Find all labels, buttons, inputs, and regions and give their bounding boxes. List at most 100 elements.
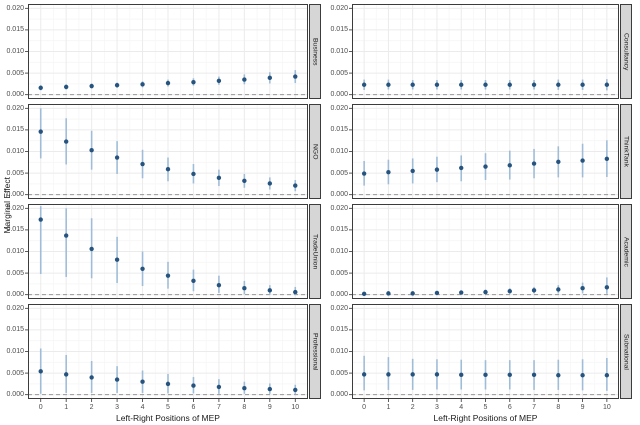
y-tick-label: 0.000 (330, 91, 348, 99)
data-point (267, 181, 273, 186)
data-point (89, 148, 94, 153)
data-point (38, 85, 43, 90)
y-tick-label: 0.005 (6, 369, 24, 377)
facet-strip-label: Academic (622, 236, 630, 267)
data-point (531, 161, 537, 166)
y-tick-label: 0.010 (6, 148, 24, 155)
y-tick-label: 0.015 (6, 126, 24, 134)
data-point (140, 266, 145, 271)
y-tick-label: 0.020 (330, 304, 348, 312)
y-tick-label: 0.005 (6, 169, 24, 177)
facet-strip-label: Business (311, 37, 319, 66)
data-point (434, 290, 440, 296)
y-tick-label: 0.010 (6, 348, 24, 355)
x-axis-title-right-column: Left-Right Positions of MEP (433, 413, 538, 423)
y-tick-label: 0.015 (6, 26, 24, 34)
data-point (483, 289, 488, 295)
data-point (89, 83, 94, 89)
y-tick-label: 0.015 (6, 226, 24, 234)
data-point (216, 384, 222, 390)
data-point (267, 75, 273, 81)
panel-plot-business (25, 4, 308, 99)
data-point (267, 386, 273, 392)
data-point (38, 129, 43, 134)
y-tick-label: 0.010 (330, 248, 348, 255)
facet-strip-label: Subnational (622, 333, 630, 370)
x-tick-label: 4 (459, 404, 464, 411)
data-point (38, 217, 43, 222)
data-point (361, 291, 367, 297)
faceted-marginal-effects-chart: Marginal Effect Business 0.000 0.005 0.010 0… (0, 0, 640, 425)
data-point (114, 155, 120, 160)
data-point (216, 78, 222, 84)
x-tick-label: 6 (507, 404, 512, 411)
data-point (410, 82, 415, 87)
y-tick-label: 0.000 (6, 391, 24, 399)
data-point (114, 82, 120, 88)
data-point (191, 79, 196, 85)
data-point (242, 77, 247, 82)
x-tick-label: 7 (216, 404, 221, 411)
y-tick-label: 0.020 (330, 204, 348, 212)
data-point (531, 288, 537, 293)
data-point (580, 373, 585, 378)
y-tick-label: 0.010 (6, 48, 24, 55)
y-tick-label: 0.020 (6, 204, 24, 212)
x-tick-label: 0 (38, 404, 43, 411)
data-point (191, 171, 196, 177)
facet-strip-business: Business (308, 4, 321, 99)
x-tick-label: 5 (166, 404, 170, 411)
panel-plot-professional (25, 304, 308, 402)
y-tick-label: 0.010 (330, 148, 348, 155)
panel-subnational (349, 304, 619, 402)
y-tick-label: 0.005 (330, 369, 348, 377)
data-point (434, 167, 440, 172)
panel-professional (25, 304, 308, 402)
data-point (604, 82, 610, 87)
facet-strip-academic: Academic (619, 204, 632, 299)
data-point (556, 159, 561, 165)
data-point (361, 82, 367, 87)
data-point (531, 372, 537, 378)
facet-strip-subnational: Subnational (619, 304, 632, 399)
facet-strip-label: TradeUnion (311, 233, 319, 270)
data-point (293, 183, 298, 188)
data-point (386, 291, 391, 296)
y-tick-label: 0.015 (330, 226, 348, 234)
data-point (483, 164, 488, 169)
x-axis-title-left-column: Left-Right Positions of MEP (116, 413, 220, 423)
data-point (556, 287, 561, 292)
facet-strip-ngo: NGO (308, 104, 321, 199)
x-tick-label: 3 (115, 404, 120, 411)
data-point (267, 288, 273, 293)
data-point (63, 233, 69, 238)
y-tick-label: 0.010 (330, 48, 348, 55)
y-tick-label: 0.000 (6, 291, 24, 299)
data-point (140, 161, 145, 167)
facet-strip-thinktank: ThinkTank (619, 104, 632, 199)
data-point (410, 372, 415, 377)
panel-plot-tradeunion (25, 204, 308, 299)
data-point (114, 377, 120, 382)
y-tick-label: 0.005 (330, 269, 348, 277)
data-point (63, 139, 69, 144)
facet-strip-tradeunion: TradeUnion (308, 204, 321, 299)
data-point (242, 178, 247, 184)
y-tick-label: 0.020 (330, 104, 348, 112)
data-point (483, 82, 488, 87)
data-point (556, 82, 561, 87)
data-point (165, 80, 171, 86)
panel-plot-thinktank (349, 104, 619, 199)
data-point (386, 170, 391, 175)
panel-tradeunion (25, 204, 308, 299)
data-point (580, 158, 585, 163)
x-tick-label: 1 (386, 404, 391, 411)
y-tick-label: 0.010 (330, 348, 348, 355)
data-point (165, 167, 171, 172)
data-point (386, 372, 391, 377)
facet-strip-consultancy: Consultancy (619, 4, 632, 99)
data-point (507, 289, 512, 294)
x-tick-label: 8 (242, 404, 247, 411)
panel-consultancy (349, 4, 619, 99)
y-tick-label: 0.005 (330, 169, 348, 177)
